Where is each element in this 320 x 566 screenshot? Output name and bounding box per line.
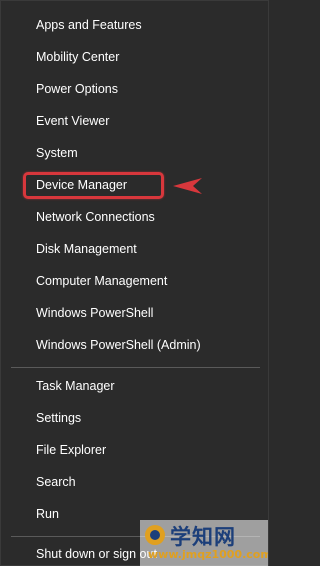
menu-item-disk-management[interactable]: Disk Management [36,239,137,259]
menu-item-settings[interactable]: Settings [36,408,81,428]
menu-item-power-options[interactable]: Power Options [36,79,118,99]
menu-item-network-connections[interactable]: Network Connections [36,207,155,227]
menu-item-apps-and-features[interactable]: Apps and Features [36,15,142,35]
menu-separator [11,367,260,368]
menu-item-windows-powershell[interactable]: Windows PowerShell [36,303,153,323]
winx-context-menu: Apps and Features Mobility Center Power … [0,0,269,566]
menu-item-computer-management[interactable]: Computer Management [36,271,167,291]
highlight-box [23,172,164,199]
menu-item-shut-down-or-sign-out[interactable]: Shut down or sign out [36,544,157,564]
menu-item-system[interactable]: System [36,143,78,163]
menu-item-windows-powershell-admin[interactable]: Windows PowerShell (Admin) [36,335,201,355]
menu-item-search[interactable]: Search [36,472,76,492]
watermark-logo-icon [145,525,165,545]
watermark-text: 学知网 [170,525,236,549]
watermark-url: www.jmqz1000.com [148,548,268,561]
watermark: 学知网 www.jmqz1000.com [140,520,268,566]
menu-item-file-explorer[interactable]: File Explorer [36,440,106,460]
menu-item-mobility-center[interactable]: Mobility Center [36,47,119,67]
menu-item-event-viewer[interactable]: Event Viewer [36,111,109,131]
menu-item-task-manager[interactable]: Task Manager [36,376,115,396]
pointer-arrow-icon [173,178,202,194]
menu-item-run[interactable]: Run [36,504,59,524]
